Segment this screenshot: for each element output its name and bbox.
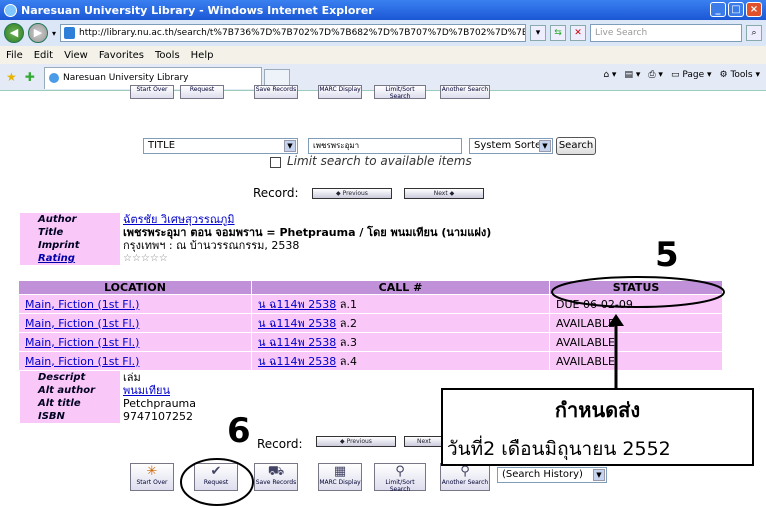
step-number-5: 5 xyxy=(655,235,679,275)
step-number-6: 6 xyxy=(227,411,251,451)
callout-title: กำหนดส่ง xyxy=(554,398,641,422)
status-highlight-ellipse xyxy=(551,276,725,308)
ie-window: Naresuan University Library - Windows In… xyxy=(0,0,766,506)
due-date-callout: กำหนดส่ง วันที่2 เดือนมิถุนายน 2552 xyxy=(441,388,754,466)
pointer-arrowhead xyxy=(608,314,624,326)
request-highlight-ellipse xyxy=(180,458,254,506)
callout-date: วันที่2 เดือนมิถุนายน 2552 xyxy=(447,438,671,460)
